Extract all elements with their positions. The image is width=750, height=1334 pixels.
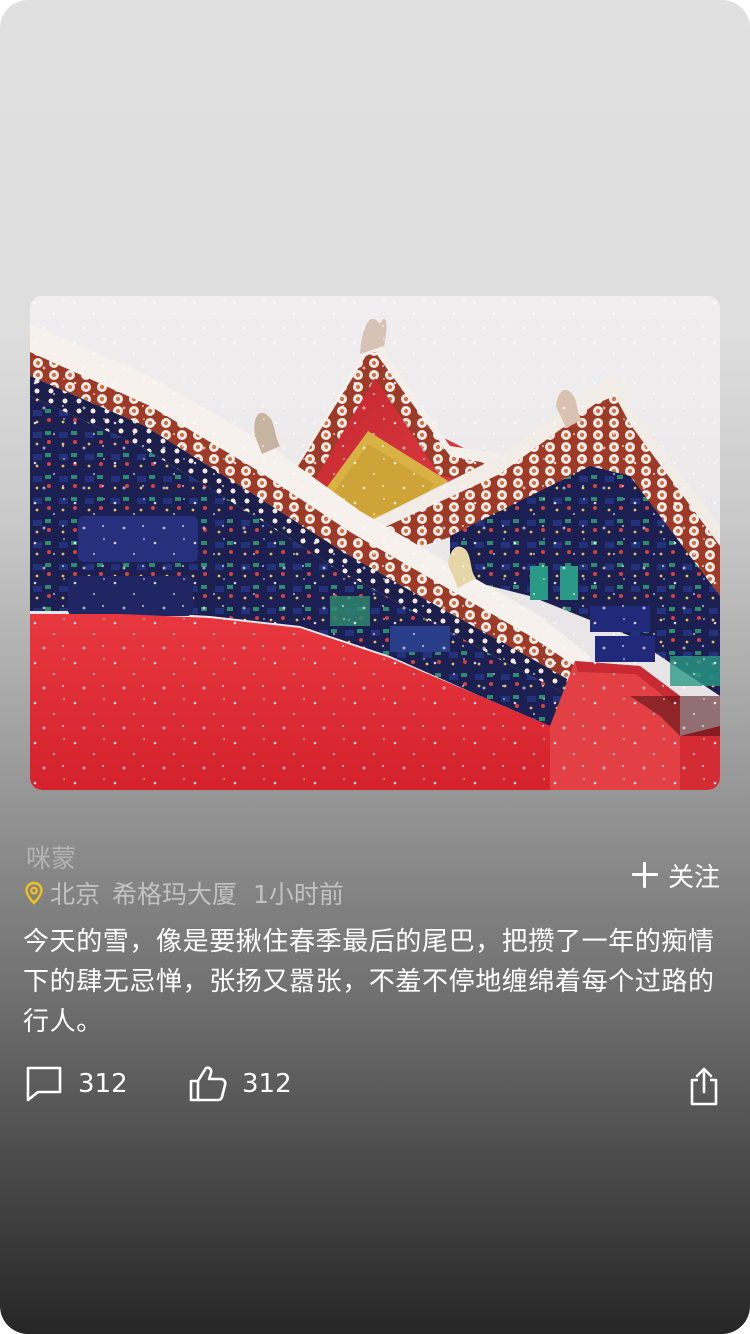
post-body-text: 今天的雪，像是要揪住春季最后的尾巴，把攒了一年的痴情下的肆无忌惮，张扬又嚣张，不… — [23, 927, 715, 1037]
location-pin-icon — [24, 881, 44, 905]
post-meta: 北京 希格玛大厦 1小时前 — [24, 876, 344, 910]
thumbs-up-icon — [188, 1064, 228, 1104]
location-city[interactable]: 北京 — [50, 875, 100, 911]
share-icon — [688, 1066, 720, 1106]
plus-icon — [631, 862, 658, 888]
comment-count: 312 — [78, 1069, 128, 1099]
author-name[interactable]: 咪蒙 — [26, 842, 76, 876]
like-count: 312 — [242, 1069, 292, 1099]
post-detail-screen: 咪蒙 北京 希格玛大厦 1小时前 关注 今天的雪，像是要揪住春季最后的尾巴，把攒… — [0, 0, 750, 1334]
follow-label: 关注 — [667, 862, 720, 893]
follow-button[interactable]: 关注 — [631, 856, 720, 894]
like-button[interactable]: 312 — [188, 1062, 292, 1106]
post-time: 1小时前 — [253, 880, 344, 909]
location-place[interactable]: 希格玛大厦 — [112, 875, 237, 911]
comment-button[interactable]: 312 — [24, 1062, 128, 1106]
post-photo[interactable] — [30, 296, 720, 790]
share-button[interactable] — [688, 1064, 720, 1108]
comment-bubble-icon — [24, 1064, 64, 1104]
